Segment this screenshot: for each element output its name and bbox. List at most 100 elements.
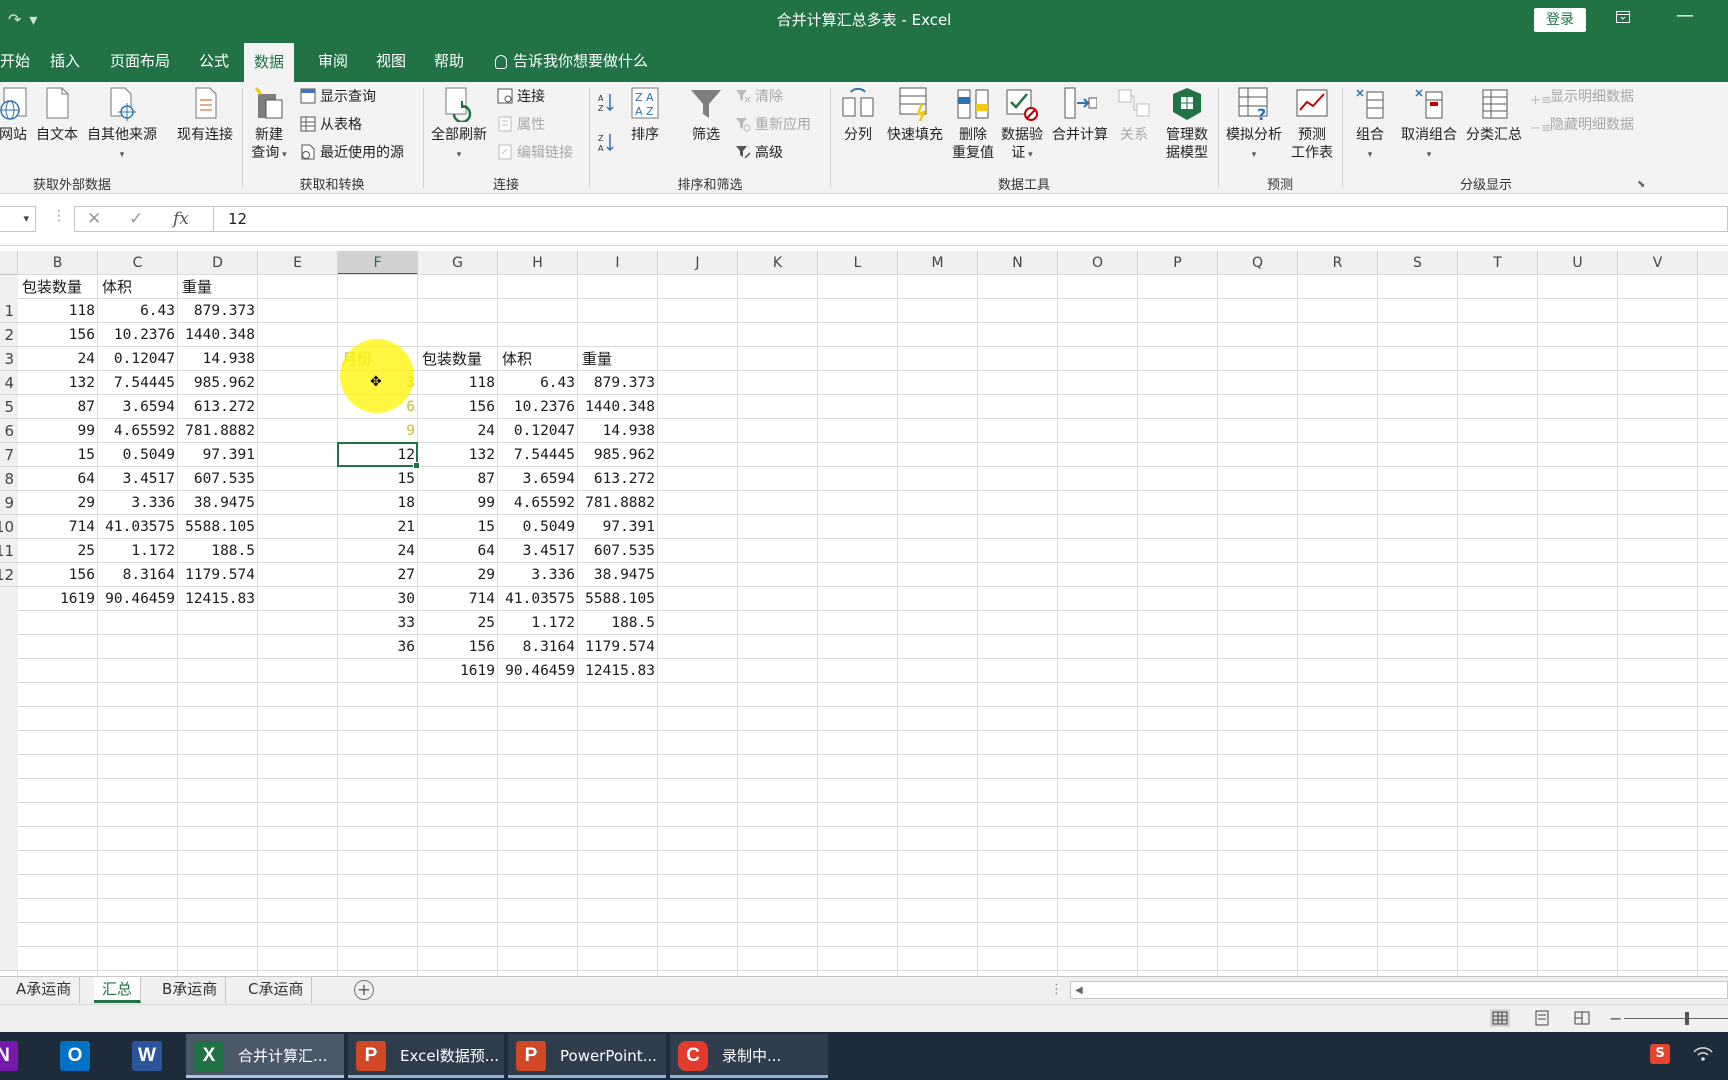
month-cell[interactable]: 30 xyxy=(338,587,418,611)
right-table-header[interactable]: 体积 xyxy=(498,347,578,371)
left-table-cell[interactable]: 1.172 xyxy=(98,539,178,563)
row-header[interactable]: 3 xyxy=(0,347,18,371)
column-header-q[interactable]: Q xyxy=(1218,251,1298,275)
month-cell[interactable]: 18 xyxy=(338,491,418,515)
left-table-cell[interactable]: 1440.348 xyxy=(178,323,258,347)
clear-filter-button[interactable]: 清除 xyxy=(735,88,783,106)
left-table-cell[interactable]: 613.272 xyxy=(178,395,258,419)
right-table-cell[interactable]: 607.535 xyxy=(578,539,658,563)
taskbar-recorder[interactable]: C 录制中... xyxy=(670,1034,828,1078)
ungroup-button[interactable]: 取消组合 ▾ xyxy=(1396,86,1462,164)
month-cell[interactable]: 21 xyxy=(338,515,418,539)
right-table-cell[interactable]: 188.5 xyxy=(578,611,658,635)
row-header[interactable]: 12 xyxy=(0,563,18,587)
month-cell[interactable]: 15 xyxy=(338,467,418,491)
right-table-cell[interactable]: 156 xyxy=(418,395,498,419)
row-header[interactable]: 11 xyxy=(0,539,18,563)
left-table-cell[interactable]: 3.4517 xyxy=(98,467,178,491)
column-header-i[interactable]: I xyxy=(578,251,658,275)
left-table-cell[interactable]: 10.2376 xyxy=(98,323,178,347)
right-table-cell[interactable]: 14.938 xyxy=(578,419,658,443)
row-header[interactable]: 4 xyxy=(0,371,18,395)
column-header-j[interactable]: J xyxy=(658,251,738,275)
enter-icon[interactable]: ✓ xyxy=(129,209,143,229)
taskbar-powerpoint-2[interactable]: P PowerPoint... xyxy=(508,1034,666,1078)
insert-function-icon[interactable]: fx xyxy=(173,209,189,229)
column-header-n[interactable]: N xyxy=(978,251,1058,275)
ime-sogou-icon[interactable]: S xyxy=(1650,1044,1670,1064)
tab-formulas[interactable]: 公式 xyxy=(189,40,239,82)
column-header-e[interactable]: E xyxy=(258,251,338,275)
right-table-cell[interactable]: 118 xyxy=(418,371,498,395)
right-table-cell[interactable]: 0.5049 xyxy=(498,515,578,539)
left-table-cell[interactable]: 14.938 xyxy=(178,347,258,371)
cancel-icon[interactable]: ✕ xyxy=(87,209,101,229)
right-table-cell[interactable]: 613.272 xyxy=(578,467,658,491)
subtotal-button[interactable]: 分类汇总 xyxy=(1462,86,1526,144)
left-table-cell[interactable]: 156 xyxy=(18,323,98,347)
right-table-cell[interactable]: 38.9475 xyxy=(578,563,658,587)
right-table-cell[interactable]: 1179.574 xyxy=(578,635,658,659)
left-table-header[interactable]: 体积 xyxy=(98,275,178,299)
left-table-header[interactable]: 包装数量 xyxy=(18,275,98,299)
advanced-filter-button[interactable]: 高级 xyxy=(735,144,783,162)
right-table-cell[interactable]: 132 xyxy=(418,443,498,467)
left-table-cell[interactable]: 87 xyxy=(18,395,98,419)
text-to-columns-button[interactable]: 分列 xyxy=(836,86,880,144)
sort-descending-button[interactable]: ZA xyxy=(597,132,615,157)
consolidate-button[interactable]: 合并计算 xyxy=(1048,86,1112,144)
row-header[interactable]: 8 xyxy=(0,467,18,491)
minimize-button[interactable]: — xyxy=(1676,5,1694,26)
column-header-g[interactable]: G xyxy=(418,251,498,275)
row-header[interactable]: 2 xyxy=(0,323,18,347)
month-cell[interactable]: 24 xyxy=(338,539,418,563)
right-table-cell[interactable]: 3.336 xyxy=(498,563,578,587)
right-table-cell[interactable]: 10.2376 xyxy=(498,395,578,419)
tab-view[interactable]: 视图 xyxy=(366,40,416,82)
tab-split-grip-icon[interactable]: ⋮ xyxy=(1050,982,1063,997)
right-table-cell[interactable]: 4.65592 xyxy=(498,491,578,515)
row-header[interactable]: 1 xyxy=(0,299,18,323)
right-table-cell[interactable]: 879.373 xyxy=(578,371,658,395)
edit-links-button[interactable]: 编辑链接 xyxy=(497,144,573,162)
column-header-l[interactable]: L xyxy=(818,251,898,275)
left-table-cell[interactable]: 781.8882 xyxy=(178,419,258,443)
right-table-cell[interactable]: 99 xyxy=(418,491,498,515)
properties-button[interactable]: 属性 xyxy=(497,116,545,134)
right-table-cell[interactable]: 25 xyxy=(418,611,498,635)
sheet-tab-a-carrier[interactable]: A承运商 xyxy=(8,977,81,1003)
name-box-dropdown-icon[interactable]: ▾ xyxy=(23,212,29,225)
horizontal-scrollbar[interactable]: ◀ xyxy=(1070,981,1728,999)
right-table-cell[interactable]: 1.172 xyxy=(498,611,578,635)
column-header-h[interactable]: H xyxy=(498,251,578,275)
right-table-cell[interactable]: 12415.83 xyxy=(578,659,658,683)
column-header-f[interactable]: F xyxy=(338,251,418,275)
flash-fill-button[interactable]: 快速填充 xyxy=(882,86,948,144)
page-layout-view-icon[interactable] xyxy=(1532,1009,1552,1027)
from-other-sources-button[interactable]: 自其他来源 ▾ xyxy=(82,86,162,164)
tell-me-search[interactable]: 告诉我你想要做什么 xyxy=(495,40,648,82)
left-table-cell[interactable]: 1179.574 xyxy=(178,563,258,587)
row-header[interactable]: 5 xyxy=(0,395,18,419)
left-table-cell[interactable]: 90.46459 xyxy=(98,587,178,611)
taskbar-onenote[interactable]: N xyxy=(0,1034,30,1078)
tab-review[interactable]: 审阅 xyxy=(308,40,358,82)
left-table-cell[interactable]: 3.6594 xyxy=(98,395,178,419)
column-header-t[interactable]: T xyxy=(1458,251,1538,275)
selected-cell[interactable] xyxy=(337,442,420,469)
right-table-cell[interactable]: 29 xyxy=(418,563,498,587)
left-table-cell[interactable]: 0.5049 xyxy=(98,443,178,467)
left-table-cell[interactable]: 41.03575 xyxy=(98,515,178,539)
column-header-b[interactable]: B xyxy=(18,251,98,275)
show-detail-button[interactable]: +≡显示明细数据 xyxy=(1530,88,1634,108)
left-table-cell[interactable]: 714 xyxy=(18,515,98,539)
row-header[interactable]: 9 xyxy=(0,491,18,515)
left-table-cell[interactable]: 1619 xyxy=(18,587,98,611)
right-table-cell[interactable]: 156 xyxy=(418,635,498,659)
column-header-c[interactable]: C xyxy=(98,251,178,275)
tab-page-layout[interactable]: 页面布局 xyxy=(100,40,180,82)
tab-insert[interactable]: 插入 xyxy=(40,40,90,82)
month-cell[interactable]: 36 xyxy=(338,635,418,659)
right-table-cell[interactable]: 5588.105 xyxy=(578,587,658,611)
right-table-cell[interactable]: 781.8882 xyxy=(578,491,658,515)
